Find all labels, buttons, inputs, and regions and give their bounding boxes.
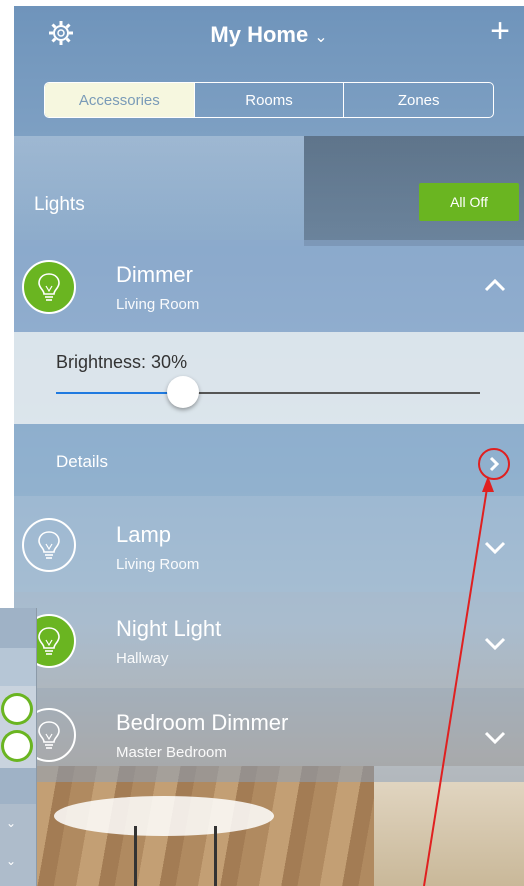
home-title[interactable]: My Home ⌄ xyxy=(14,22,524,48)
tab-zones[interactable]: Zones xyxy=(343,83,493,117)
accessory-room: Master Bedroom xyxy=(116,744,227,761)
accessory-row-bedroom-dimmer[interactable]: Bedroom Dimmer Master Bedroom xyxy=(14,688,524,782)
tab-rooms[interactable]: Rooms xyxy=(193,83,344,117)
side-panel-header xyxy=(0,608,36,648)
accessory-name: Night Light xyxy=(116,616,222,641)
home-title-label: My Home xyxy=(210,22,309,47)
section-title: Lights xyxy=(34,194,85,215)
all-off-button[interactable]: All Off xyxy=(419,183,519,221)
details-label: Details xyxy=(56,452,108,471)
background-chair-leg xyxy=(214,826,217,886)
side-panel-row xyxy=(0,648,36,686)
accessory-row-night-light[interactable]: Night Light Hallway xyxy=(14,592,524,688)
accessory-room: Living Room xyxy=(116,556,200,573)
details-row[interactable]: Details xyxy=(14,424,524,496)
brightness-panel: Brightness: 30% xyxy=(14,332,524,424)
brightness-slider-fill xyxy=(56,392,184,394)
add-button[interactable]: + xyxy=(490,14,510,48)
accessory-name: Dimmer xyxy=(116,262,193,287)
chevron-down-icon: ⌄ xyxy=(314,29,328,46)
chevron-up-icon[interactable] xyxy=(484,278,506,292)
chevron-down-icon[interactable] xyxy=(484,540,506,554)
chevron-down-icon[interactable] xyxy=(484,730,506,744)
accessory-row-dimmer[interactable]: Dimmer Living Room xyxy=(14,240,524,332)
tab-accessories[interactable]: Accessories xyxy=(45,83,194,117)
chevron-down-icon[interactable]: ⌄ xyxy=(6,854,16,868)
background-chair-leg xyxy=(134,826,137,886)
app-screen: My Home ⌄ + Accessories Rooms Zones Light… xyxy=(14,6,524,886)
brightness-slider-thumb[interactable] xyxy=(167,376,200,408)
lightbulb-icon[interactable] xyxy=(22,518,76,572)
background-table xyxy=(54,796,274,836)
chevron-down-icon[interactable] xyxy=(484,636,506,650)
background-cabinet xyxy=(374,766,524,886)
chevron-down-icon[interactable]: ⌄ xyxy=(6,816,16,830)
toggle-switch[interactable] xyxy=(4,696,30,722)
accessory-name: Bedroom Dimmer xyxy=(116,710,289,735)
accessory-row-lamp[interactable]: Lamp Living Room xyxy=(14,496,524,592)
toggle-switch[interactable] xyxy=(4,733,30,759)
brightness-label: Brightness: 30% xyxy=(56,352,188,372)
chevron-right-icon[interactable] xyxy=(478,448,510,480)
accessory-room: Hallway xyxy=(116,650,169,667)
lightbulb-icon[interactable] xyxy=(22,260,76,314)
side-panel: ⌄ ⌄ xyxy=(0,608,37,886)
accessory-name: Lamp xyxy=(116,522,172,547)
brightness-slider[interactable] xyxy=(56,376,480,408)
view-segmented-control: Accessories Rooms Zones xyxy=(44,82,494,118)
header: My Home ⌄ + xyxy=(14,6,524,78)
side-panel-row xyxy=(0,768,36,804)
accessory-room: Living Room xyxy=(116,296,200,313)
